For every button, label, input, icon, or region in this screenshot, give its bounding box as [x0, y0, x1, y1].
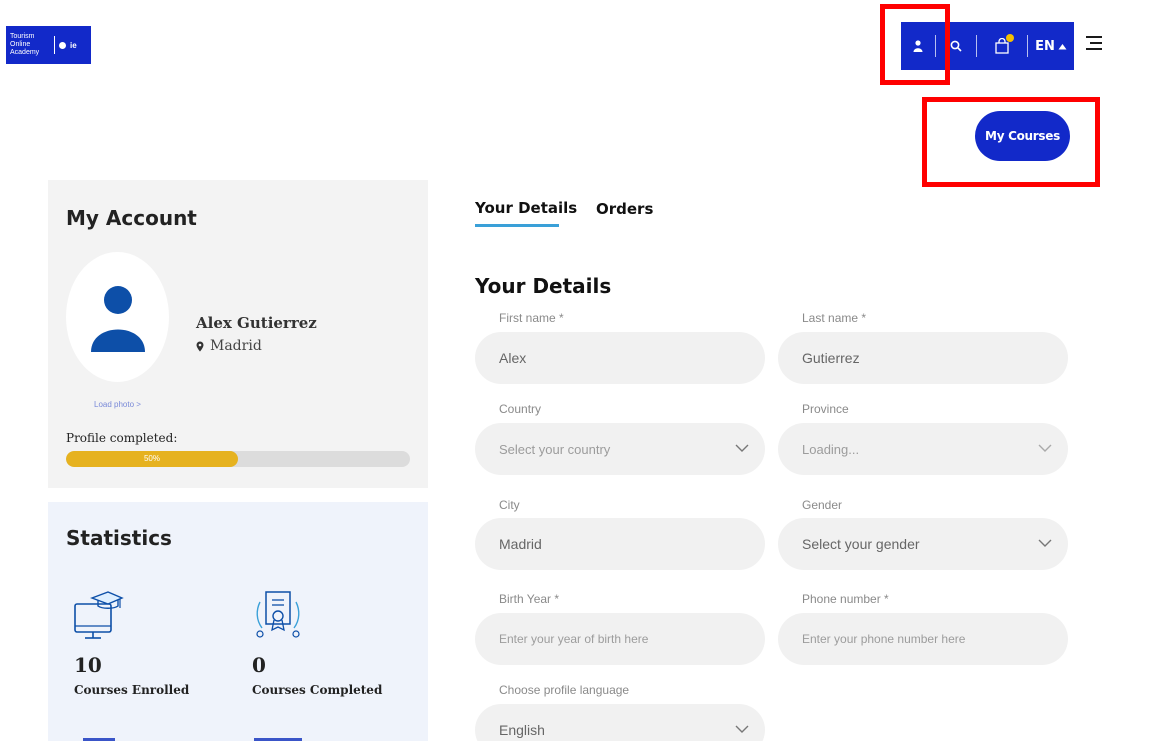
logo-text: Tourism Online Academy: [10, 33, 40, 56]
phone-number-input[interactable]: Enter your phone number here: [778, 613, 1068, 665]
active-tab-indicator: [475, 224, 559, 227]
phone-number-label: Phone number *: [802, 592, 889, 606]
location-pin-icon: [196, 341, 204, 351]
search-icon: [950, 40, 962, 52]
first-name-field[interactable]: Alex: [475, 332, 765, 384]
my-courses-button[interactable]: My Courses: [975, 111, 1070, 161]
certificate-icon: [256, 591, 300, 638]
province-select[interactable]: Loading...: [778, 423, 1068, 475]
statistics-panel: Statistics 10 Courses Enrolled 0 Courses…: [48, 502, 428, 741]
load-photo-link[interactable]: Load photo >: [94, 400, 141, 409]
caret-up-icon: [1058, 43, 1067, 49]
user-name: Alex Gutierrez: [196, 314, 317, 332]
user-location: Madrid: [196, 338, 262, 354]
stat-value: 0: [252, 653, 266, 677]
birth-year-input[interactable]: Enter your year of birth here: [475, 613, 765, 665]
profile-language-select[interactable]: English: [475, 704, 765, 741]
form-heading: Your Details: [475, 274, 612, 298]
my-account-title: My Account: [66, 206, 197, 230]
chevron-down-icon: [735, 444, 749, 452]
highlight-box-user: [880, 4, 950, 85]
chevron-down-icon: [735, 725, 749, 733]
gender-placeholder: Select your gender: [802, 536, 920, 552]
logo-divider: [54, 36, 55, 54]
hamburger-menu-icon[interactable]: [1086, 36, 1102, 52]
tab-your-details[interactable]: Your Details: [475, 199, 577, 217]
birth-year-label: Birth Year *: [499, 592, 560, 606]
province-placeholder: Loading...: [802, 441, 860, 457]
tab-orders[interactable]: Orders: [596, 200, 653, 218]
logo-mark-text: ie: [70, 40, 77, 50]
my-account-panel: My Account Alex Gutierrez Madrid Load ph…: [48, 180, 428, 488]
profile-progress-fill: 50%: [66, 451, 238, 467]
stat-courses-completed: 0 Courses Completed: [252, 590, 382, 697]
user-city: Madrid: [210, 338, 262, 354]
language-label: EN: [1035, 38, 1055, 54]
stat-value: 10: [74, 653, 102, 677]
first-name-label: First name *: [499, 311, 564, 325]
stat-label: Courses Completed: [252, 683, 383, 697]
city-label: City: [499, 498, 520, 512]
chevron-down-icon: [1038, 444, 1052, 452]
country-label: Country: [499, 402, 542, 416]
academy-logo[interactable]: Tourism Online Academy ie: [6, 26, 91, 64]
gender-select[interactable]: Select your gender: [778, 518, 1068, 570]
province-label: Province: [802, 402, 849, 416]
computer-graduation-icon: [74, 591, 124, 639]
profile-language-value: English: [499, 722, 545, 738]
cart-button[interactable]: [977, 22, 1027, 70]
logo-marks: ie: [59, 41, 77, 50]
last-name-label: Last name *: [802, 311, 867, 325]
avatar[interactable]: [66, 252, 169, 382]
cart-badge: [1006, 34, 1014, 42]
logo-mark-icon: [59, 41, 66, 49]
statistics-title: Statistics: [66, 526, 172, 550]
profile-language-label: Choose profile language: [499, 683, 630, 697]
user-avatar-icon: [90, 286, 145, 352]
city-field[interactable]: Madrid: [475, 518, 765, 570]
stat-courses-enrolled: 10 Courses Enrolled: [74, 590, 189, 697]
stat-label: Courses Enrolled: [74, 683, 190, 697]
gender-label: Gender: [802, 498, 843, 512]
profile-completed-label: Profile completed:: [66, 431, 178, 445]
language-selector[interactable]: EN: [1028, 22, 1074, 70]
country-select[interactable]: Select your country: [475, 423, 765, 475]
last-name-field[interactable]: Gutierrez: [778, 332, 1068, 384]
profile-progress-bar: 50%: [66, 451, 410, 467]
chevron-down-icon: [1038, 539, 1052, 547]
country-placeholder: Select your country: [499, 441, 611, 457]
